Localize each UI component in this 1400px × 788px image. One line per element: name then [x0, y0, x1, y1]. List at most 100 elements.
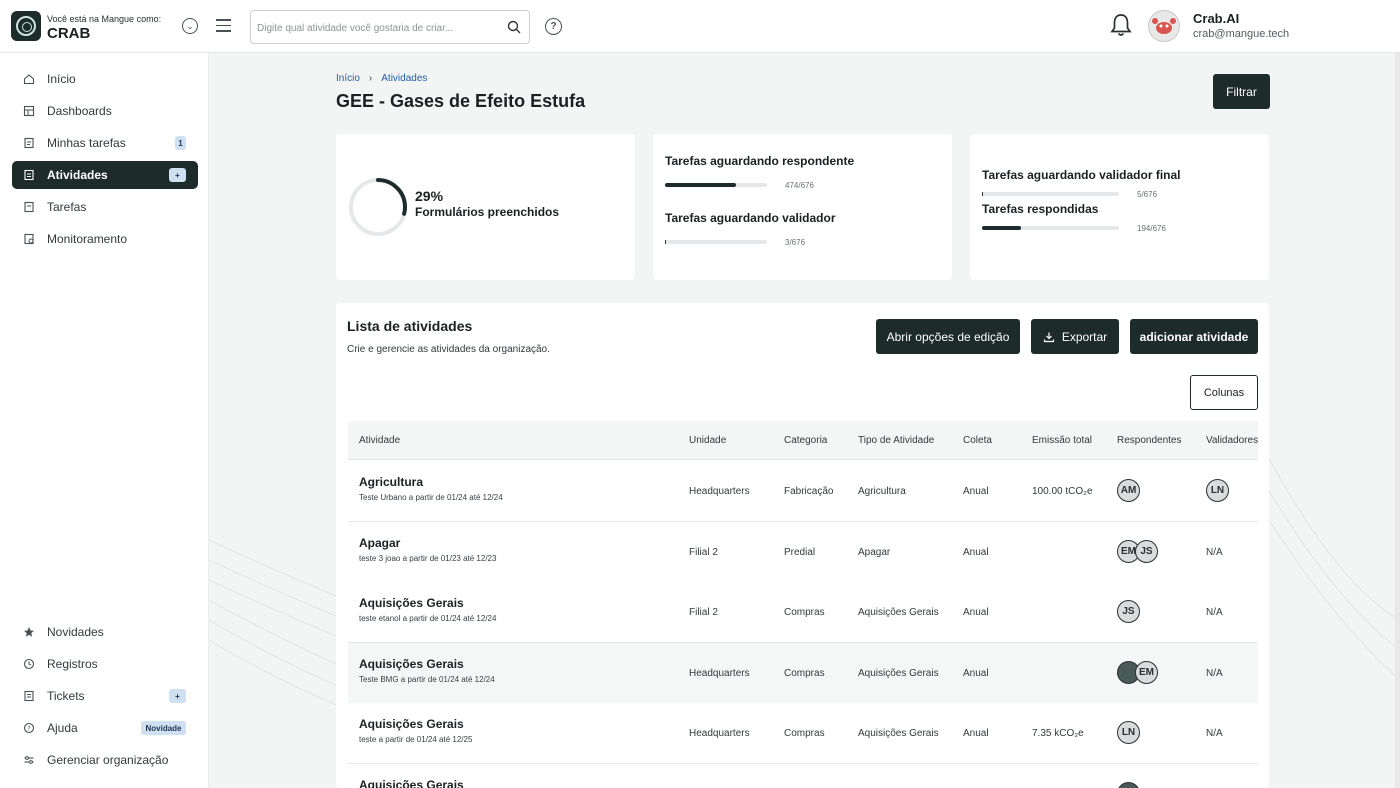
settings-sliders-icon — [24, 756, 34, 764]
add-activity-button[interactable]: adicionar atividade — [1130, 319, 1258, 354]
top-bar: Você está na Mangue como: CRAB ⌄ ? Crab.… — [0, 0, 1400, 53]
column-header[interactable]: Unidade — [689, 435, 726, 446]
activity-type: Agricultura — [858, 486, 906, 497]
help-icon[interactable]: ? — [545, 18, 562, 35]
activity-unit: Filial 2 — [689, 607, 718, 618]
activity-name: Aquisições Gerais — [359, 777, 464, 788]
crab-avatar-icon — [1152, 18, 1176, 34]
activity-type: Aquisições Gerais — [858, 667, 939, 679]
activity-name: Agricultura — [359, 475, 424, 489]
activity-category: Fabricação — [784, 486, 834, 497]
respondent-avatar[interactable]: JS — [1135, 539, 1158, 563]
columns-button[interactable]: Colunas — [1190, 375, 1258, 410]
export-button[interactable]: Exportar — [1031, 319, 1119, 354]
breadcrumb-home-link[interactable]: Início — [336, 73, 360, 84]
org-caption: Você está na Mangue como: — [47, 14, 162, 24]
star-icon — [24, 627, 34, 637]
awaiting-final-validator-title: Tarefas aguardando validador final — [982, 168, 1181, 182]
validators-text: N/A — [1206, 546, 1223, 558]
org-name: CRAB — [47, 25, 91, 42]
column-header[interactable]: Emissão total — [1032, 435, 1092, 446]
activity-description: teste etanol a partir de 01/24 até 12/24 — [359, 614, 497, 623]
sidebar-item-novidades[interactable]: Novidades — [12, 618, 198, 646]
user-avatar[interactable] — [1148, 10, 1180, 42]
column-header[interactable]: Coleta — [963, 435, 992, 446]
sidebar-item-inicio[interactable]: Início — [12, 65, 198, 93]
awaiting-final-validator-count: 5/676 — [1137, 190, 1158, 199]
column-header[interactable]: Validadores — [1206, 435, 1258, 446]
sidebar-item-monitoramento[interactable]: Monitoramento — [12, 225, 198, 253]
table-row[interactable]: Aquisições Gerais teste a partir de 01/24… — [348, 703, 1258, 764]
sidebar-item-atividades[interactable]: Atividades + — [12, 161, 198, 189]
table-row[interactable]: Apagar teste 3 joao a partir de 01/23 até… — [348, 521, 1258, 583]
sidebar-item-minhas-tarefas[interactable]: Minhas tarefas 1 — [12, 129, 198, 157]
activity-emission: 100.00 tCO₂e — [1032, 486, 1093, 497]
activity-unit: Headquarters — [689, 728, 750, 739]
activity-unit: Headquarters — [689, 667, 750, 679]
awaiting-respondent-bar-fill — [665, 183, 737, 187]
add-activity-badge[interactable]: + — [169, 168, 186, 182]
column-header[interactable]: Tipo de Atividade — [858, 435, 934, 446]
breadcrumb-current-link[interactable]: Atividades — [381, 73, 427, 84]
activity-description: teste 3 joao a partir de 01/23 até 12/23 — [359, 553, 497, 563]
svg-text:?: ? — [27, 724, 30, 732]
activity-description: Teste BMG a partir de 01/24 até 12/24 — [359, 674, 495, 684]
respondent-avatar[interactable]: LN — [1117, 721, 1140, 744]
sidebar-item-ajuda[interactable]: ? Ajuda Novidade — [12, 714, 198, 742]
notification-bell-icon[interactable] — [1110, 12, 1132, 38]
sidebar-item-label: Tarefas — [47, 200, 87, 214]
sidebar-item-gerenciar-organizacao[interactable]: Gerenciar organização — [12, 746, 198, 774]
validator-avatar[interactable]: LN — [1206, 479, 1229, 502]
search-input[interactable] — [257, 19, 497, 37]
respondent-avatar[interactable]: AM — [1117, 479, 1140, 502]
respondent-avatar[interactable]: EM — [1135, 660, 1158, 684]
column-header[interactable]: Atividade — [359, 435, 400, 446]
respondent-avatar[interactable]: JS — [1117, 600, 1140, 623]
column-header[interactable]: Respondentes — [1117, 435, 1182, 446]
sidebar-item-label: Atividades — [47, 168, 108, 182]
org-switch-chevron-icon[interactable]: ⌄ — [182, 18, 198, 34]
sidebar-item-label: Monitoramento — [47, 232, 128, 246]
activity-unit: Filial 2 — [689, 546, 718, 558]
mangue-logo-icon[interactable] — [11, 11, 41, 41]
search-icon[interactable] — [507, 20, 521, 34]
page-scrollbar[interactable] — [1395, 53, 1400, 788]
activity-name: Aquisições Gerais — [359, 656, 464, 671]
activity-name: Apagar — [359, 535, 401, 550]
validators-text: N/A — [1206, 667, 1223, 679]
sidebar-item-dashboards[interactable]: Dashboards — [12, 97, 198, 125]
user-email: crab@mangue.tech — [1193, 28, 1290, 40]
awaiting-final-validator-bar-fill — [982, 192, 984, 196]
table-row[interactable]: Aquisições Gerais Teste BMG a partir de 0… — [348, 642, 1258, 704]
add-ticket-badge[interactable]: + — [169, 689, 186, 703]
help-icon: ? — [23, 722, 35, 734]
sidebar-item-tickets[interactable]: Tickets + — [12, 682, 198, 710]
sidebar-item-tarefas[interactable]: Tarefas — [12, 193, 198, 221]
progress-percent: 29% — [415, 188, 444, 204]
activity-collection: Anual — [963, 546, 989, 558]
column-header[interactable]: Categoria — [784, 435, 827, 446]
table-row[interactable]: Aquisições Gerais — [348, 763, 1258, 788]
answered-count: 194/676 — [1137, 224, 1166, 233]
hamburger-menu-icon[interactable] — [216, 19, 231, 32]
list-title: Lista de atividades — [347, 318, 473, 334]
sidebar-item-registros[interactable]: Registros — [12, 650, 198, 678]
awaiting-validator-count: 3/676 — [785, 238, 806, 247]
news-badge: Novidade — [141, 721, 186, 735]
history-icon — [23, 658, 35, 670]
activity-unit: Headquarters — [689, 486, 750, 497]
filter-button[interactable]: Filtrar — [1213, 74, 1270, 109]
table-row[interactable]: Aquisições Gerais teste etanol a partir d… — [348, 582, 1258, 643]
table-row[interactable]: Agricultura Teste Urbano a partir de 01/2… — [348, 461, 1258, 522]
breadcrumb: Início › Atividades — [336, 73, 427, 84]
awaiting-respondent-bar — [665, 183, 767, 187]
answered-title: Tarefas respondidas — [982, 202, 1099, 216]
activity-collection: Anual — [963, 728, 989, 739]
activity-name: Aquisições Gerais — [359, 717, 464, 731]
validators-text: N/A — [1206, 728, 1223, 739]
search-box — [250, 10, 530, 44]
progress-label: Formulários preenchidos — [415, 205, 560, 219]
edit-options-button[interactable]: Abrir opções de edição — [876, 319, 1020, 354]
sidebar-item-label: Início — [47, 72, 76, 86]
respondent-avatar[interactable] — [1117, 781, 1140, 788]
